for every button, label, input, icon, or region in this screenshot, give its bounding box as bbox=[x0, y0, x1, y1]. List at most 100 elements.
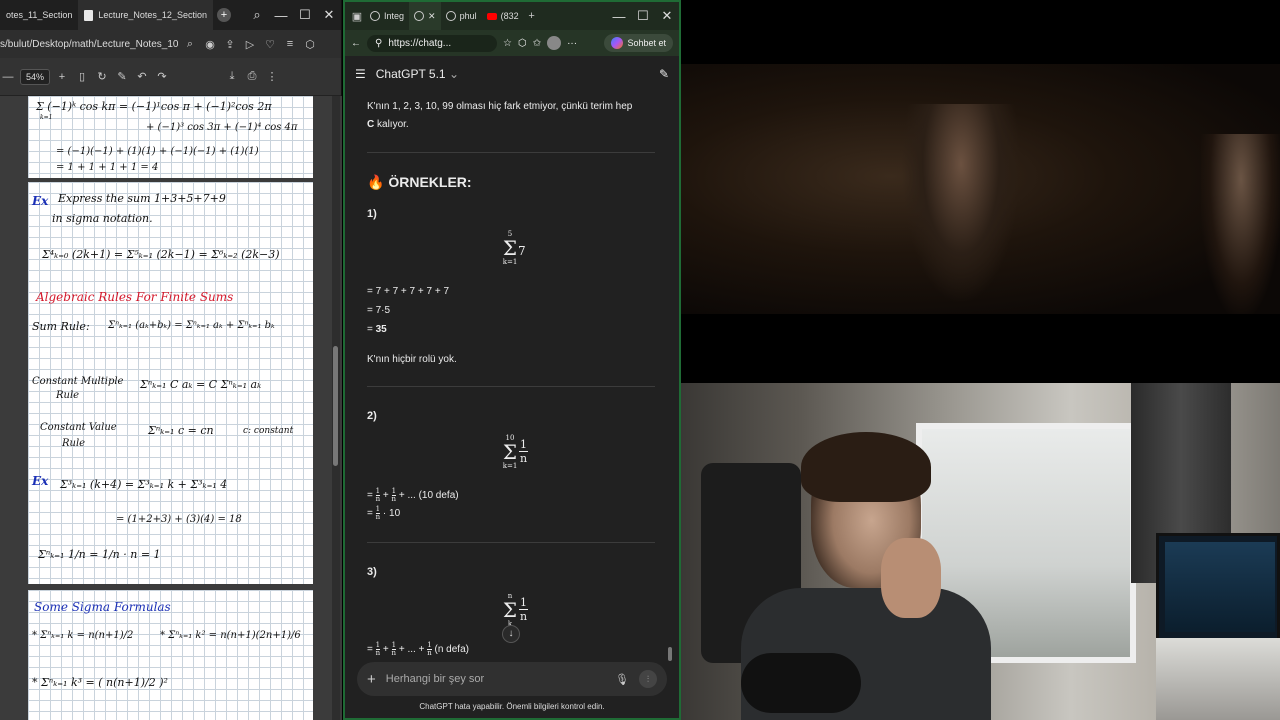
more-icon[interactable]: ⋮ bbox=[264, 69, 280, 85]
sum-term-fraction: 1n bbox=[519, 438, 528, 465]
rule-label: Constant Multiple bbox=[32, 376, 124, 387]
example-number: 1) bbox=[367, 208, 377, 220]
new-chat-icon[interactable]: ✎ bbox=[659, 67, 669, 81]
new-tab-icon[interactable]: + bbox=[524, 8, 540, 24]
youtube-icon bbox=[486, 12, 497, 20]
bookmark-star-icon[interactable]: ☆ bbox=[503, 38, 512, 49]
maximize-icon[interactable]: ☐ bbox=[631, 1, 655, 31]
search-icon[interactable]: ⌕ bbox=[245, 0, 269, 30]
tab-label: phul bbox=[459, 11, 477, 21]
rotate-icon[interactable]: ↻ bbox=[94, 69, 110, 85]
heart-icon[interactable]: ♡ bbox=[262, 36, 278, 52]
handwriting-line: Σⁿₖ₌₁ c = cn bbox=[148, 424, 214, 437]
webcam-feed bbox=[681, 383, 1280, 720]
webcam-pip-preview bbox=[1156, 638, 1280, 720]
math-line: = 1n + 1n + ... + 1n (n defa) bbox=[367, 642, 469, 657]
maximize-icon[interactable]: ☐ bbox=[293, 0, 317, 30]
pdf-tab-label: Lecture_Notes_12_Section bbox=[98, 10, 207, 20]
pdf-tab-lecture-12[interactable]: Lecture_Notes_12_Section bbox=[78, 0, 213, 30]
model-selector[interactable]: ChatGPT 5.1 ⌄ bbox=[376, 67, 459, 81]
handwriting-line: Express the sum 1+3+5+7+9 bbox=[58, 192, 226, 205]
fit-page-icon[interactable]: ▯ bbox=[74, 69, 90, 85]
play-icon[interactable]: ▷ bbox=[242, 36, 258, 52]
print-icon[interactable]: ⎙ bbox=[244, 69, 260, 85]
webcam-microphone bbox=[741, 653, 861, 713]
minimize-icon[interactable]: — bbox=[269, 0, 293, 30]
pdf-toolbar: — 54% + ▯ ↻ ✎ ↶ ↷ ⤓ ⎙ ⋮ bbox=[0, 58, 341, 96]
undo-icon[interactable]: ↶ bbox=[134, 69, 150, 85]
math-text: + ... (10 defa) bbox=[396, 490, 459, 502]
pdf-scroll-thumb[interactable] bbox=[333, 346, 338, 466]
chat-messages[interactable]: K'nın 1, 2, 3, 10, 99 olması hiç fark et… bbox=[345, 92, 679, 660]
redo-icon[interactable]: ↷ bbox=[154, 69, 170, 85]
prompt-input-bar[interactable]: + Herhangi bir şey sor 🎙 ⫶ bbox=[357, 662, 667, 696]
prompt-input[interactable]: Herhangi bir şey sor bbox=[386, 673, 605, 685]
zoom-out-icon[interactable]: — bbox=[0, 69, 16, 85]
download-icon[interactable]: ⤓ bbox=[224, 69, 240, 85]
close-tab-icon[interactable]: ✕ bbox=[428, 11, 436, 22]
handwriting-limit: k=1 bbox=[40, 114, 53, 121]
menu-icon[interactable]: ≡ bbox=[282, 36, 298, 52]
handwriting-note: c: constant bbox=[243, 426, 294, 436]
microphone-icon[interactable]: 🎙 bbox=[615, 673, 629, 686]
handwriting-line: = (1+2+3) + (3)(4) = 18 bbox=[116, 514, 242, 525]
tab-integ[interactable]: Integ bbox=[365, 2, 409, 30]
url-field[interactable]: ⚲ https://chatg... bbox=[367, 34, 497, 52]
zoom-level[interactable]: 54% bbox=[20, 68, 51, 85]
example-number: 3) bbox=[367, 566, 377, 578]
pdf-content-area[interactable]: Σ (−1)ᵏ cos kπ = (−1)¹cos π + (−1)²cos 2… bbox=[0, 96, 342, 720]
example-label: Ex bbox=[32, 194, 49, 208]
rule-label: Rule bbox=[62, 438, 86, 449]
favorites-icon[interactable]: ✩ bbox=[533, 38, 541, 49]
camera-icon[interactable]: ◉ bbox=[202, 36, 218, 52]
tab-youtube[interactable]: (832 bbox=[482, 2, 524, 30]
profile-avatar[interactable] bbox=[547, 36, 562, 50]
math-text: + bbox=[382, 490, 389, 502]
search-icon[interactable]: ⌕ bbox=[182, 36, 198, 52]
math-text: = bbox=[367, 644, 373, 656]
example-label: Ex bbox=[32, 474, 49, 488]
tab-phul[interactable]: phul bbox=[441, 2, 482, 30]
math-text: · 10 bbox=[380, 508, 401, 520]
tab-active-chatgpt[interactable]: ✕ bbox=[409, 2, 441, 30]
handwriting-line: Σ³ₖ₌₁ (k+4) = Σ³ₖ₌₁ k + Σ³ₖ₌₁ 4 bbox=[60, 478, 228, 491]
math-line: = 1n · 10 bbox=[367, 506, 400, 521]
extension-icon[interactable]: ⬡ bbox=[302, 36, 318, 52]
fraction-denominator: n bbox=[375, 495, 381, 503]
back-icon[interactable]: ← bbox=[351, 38, 361, 49]
sidebar-toggle-icon[interactable]: ☰ bbox=[355, 67, 366, 81]
close-icon[interactable]: ✕ bbox=[655, 1, 679, 31]
tab-actions-icon[interactable]: ▣ bbox=[349, 8, 365, 24]
pdf-scrollbar[interactable] bbox=[332, 96, 340, 720]
video-player[interactable] bbox=[681, 0, 1280, 383]
examples-heading: 🔥 ÖRNEKLER: bbox=[367, 174, 472, 191]
voice-mode-icon[interactable]: ⫶ bbox=[639, 670, 657, 688]
chatgpt-tab-icon bbox=[414, 11, 425, 21]
gemini-chat-button[interactable]: Sohbet et bbox=[604, 34, 673, 52]
math-text: = bbox=[367, 508, 376, 520]
zoom-in-icon[interactable]: + bbox=[54, 69, 70, 85]
attach-plus-icon[interactable]: + bbox=[367, 671, 376, 688]
divider bbox=[367, 542, 655, 543]
pdf-tab-lecture-11[interactable]: otes_11_Section bbox=[0, 0, 78, 30]
pdf-address-bar: s/bulut/Desktop/math/Lecture_Notes_10_Se… bbox=[0, 30, 341, 58]
minimize-icon[interactable]: — bbox=[607, 1, 631, 31]
share-icon[interactable]: ⇪ bbox=[222, 36, 238, 52]
site-info-icon[interactable]: ⚲ bbox=[375, 38, 382, 49]
handwriting-line: Σ (−1)ᵏ cos kπ = (−1)¹cos π + (−1)²cos 2… bbox=[36, 100, 272, 113]
handwriting-line: = 1 + 1 + 1 + 1 = 4 bbox=[56, 162, 159, 173]
math-text: + ... + bbox=[396, 644, 428, 656]
pdf-page-3: Some Sigma Formulas * Σⁿₖ₌₁ k = n(n+1)/2… bbox=[28, 590, 313, 720]
new-tab-icon[interactable]: + bbox=[216, 8, 231, 22]
extensions-icon[interactable]: ⬡ bbox=[518, 38, 527, 49]
chat-scrollbar[interactable] bbox=[668, 647, 672, 661]
pdf-file-path[interactable]: s/bulut/Desktop/math/Lecture_Notes_10_Se… bbox=[0, 39, 178, 50]
message-paragraph: K'nın 1, 2, 3, 10, 99 olması hiç fark et… bbox=[367, 98, 657, 134]
draw-icon[interactable]: ✎ bbox=[114, 69, 130, 85]
webcam-person bbox=[741, 432, 991, 720]
browser-tab-bar: ▣ Integ ✕ phul (832 + — ☐ ✕ bbox=[345, 2, 679, 30]
scroll-to-bottom-button[interactable]: ↓ bbox=[502, 625, 520, 643]
close-icon[interactable]: ✕ bbox=[317, 0, 341, 30]
document-icon bbox=[84, 9, 94, 21]
more-icon[interactable]: ··· bbox=[567, 38, 577, 49]
